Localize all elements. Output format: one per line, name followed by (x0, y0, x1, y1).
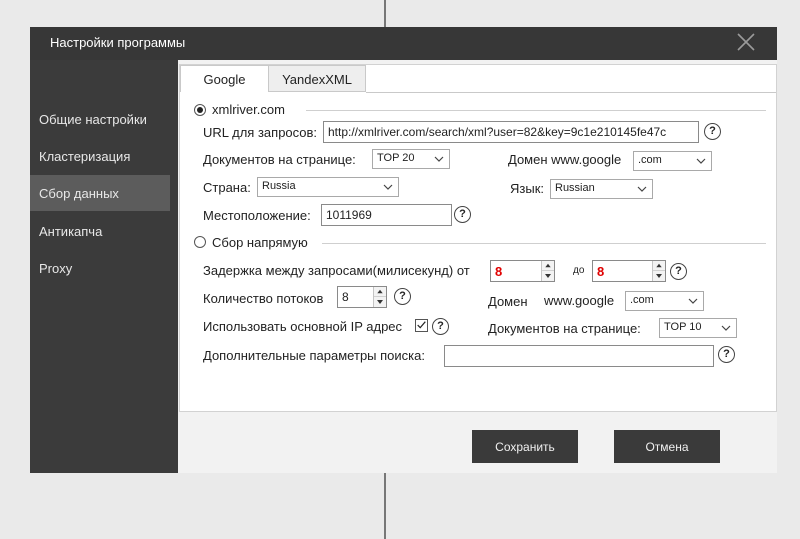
title-bar: Настройки программы (30, 27, 777, 60)
help-icon[interactable]: ? (432, 318, 449, 335)
url-label: URL для запросов: (203, 125, 318, 140)
stepper-up-icon[interactable] (542, 261, 554, 271)
tab-divider (366, 92, 776, 93)
select-value: Russian (555, 182, 595, 194)
help-icon[interactable]: ? (670, 263, 687, 280)
direct-domain-prefix: www.google (544, 293, 615, 308)
extra-params-label: Дополнительные параметры поиска: (203, 348, 425, 363)
url-field[interactable]: http://xmlriver.com/search/xml?user=82&k… (323, 121, 699, 143)
direct-radio-label: Сбор напрямую (212, 235, 308, 250)
background-divider-bottom (384, 473, 386, 539)
direct-domain-label: Домен (488, 294, 528, 309)
sidebar-item-proxy[interactable]: Proxy (30, 250, 170, 286)
chevron-down-icon (696, 158, 706, 164)
country-label: Страна: (203, 180, 251, 195)
sidebar-item-label: Общие настройки (39, 112, 147, 127)
radio-xmlriver[interactable] (194, 104, 206, 116)
select-value: TOP 20 (377, 152, 415, 164)
chevron-down-icon (721, 325, 731, 331)
main-ip-label: Использовать основной IP адрес (203, 319, 403, 334)
stepper-buttons (373, 287, 386, 307)
language-select[interactable]: Russian (550, 179, 653, 199)
help-icon[interactable]: ? (454, 206, 471, 223)
xmlriver-radio-label: xmlriver.com (212, 102, 285, 117)
tab-label: Google (203, 72, 246, 87)
sidebar-item-label: Кластеризация (39, 149, 131, 164)
sidebar-item-general[interactable]: Общие настройки (30, 101, 170, 137)
chevron-down-icon (434, 156, 444, 162)
stepper-up-icon[interactable] (374, 287, 386, 297)
threads-stepper[interactable]: 8 (337, 286, 387, 308)
radio-direct[interactable] (194, 236, 206, 248)
stepper-buttons (652, 261, 665, 281)
tab-label: YandexXML (282, 72, 352, 87)
location-field[interactable]: 1011969 (321, 204, 452, 226)
checkmark-icon (417, 321, 426, 329)
chevron-down-icon (383, 184, 393, 190)
sidebar-item-label: Сбор данных (39, 186, 119, 201)
docs-per-page-label: Документов на странице: (203, 152, 356, 167)
section-divider (306, 110, 766, 111)
language-label: Язык: (510, 181, 544, 196)
domain-select[interactable]: .com (633, 151, 712, 171)
select-value: .com (630, 294, 654, 306)
window-title: Настройки программы (50, 35, 186, 50)
docs-per-page-select[interactable]: TOP 20 (372, 149, 450, 169)
direct-docs-label: Документов на странице: (488, 321, 641, 336)
to-label: до (573, 265, 585, 276)
help-icon[interactable]: ? (394, 288, 411, 305)
stepper-value: 8 (495, 264, 503, 279)
delay-from-stepper[interactable]: 8 (490, 260, 555, 282)
direct-docs-select[interactable]: TOP 10 (659, 318, 737, 338)
sidebar-item-anticaptcha[interactable]: Антикапча (30, 213, 170, 249)
chevron-down-icon (688, 298, 698, 304)
help-icon[interactable]: ? (718, 346, 735, 363)
country-select[interactable]: Russia (257, 177, 399, 197)
cancel-button[interactable]: Отмена (614, 430, 720, 463)
close-icon[interactable] (735, 31, 757, 53)
stepper-down-icon[interactable] (653, 271, 665, 281)
background-divider-top (384, 0, 386, 27)
stepper-down-icon[interactable] (542, 271, 554, 281)
delay-label: Задержка между запросами(милисекунд) от (203, 263, 470, 278)
stepper-value: 8 (597, 264, 605, 279)
stepper-value: 8 (342, 290, 349, 304)
threads-label: Количество потоков (203, 291, 324, 306)
extra-params-field[interactable] (444, 345, 714, 367)
select-value: TOP 10 (664, 321, 702, 333)
location-label: Местоположение: (203, 208, 311, 223)
select-value: Russia (262, 180, 296, 192)
save-button[interactable]: Сохранить (472, 430, 578, 463)
sidebar: Общие настройки Кластеризация Сбор данны… (30, 60, 178, 473)
direct-domain-select[interactable]: .com (625, 291, 704, 311)
stepper-down-icon[interactable] (374, 297, 386, 307)
sidebar-item-clustering[interactable]: Кластеризация (30, 138, 170, 174)
tab-google[interactable]: Google (180, 65, 269, 92)
sidebar-item-label: Антикапча (39, 224, 103, 239)
sidebar-item-data-collection[interactable]: Сбор данных (30, 175, 170, 211)
tab-yandexxml[interactable]: YandexXML (268, 65, 366, 92)
select-value: .com (638, 154, 662, 166)
stepper-up-icon[interactable] (653, 261, 665, 271)
sidebar-item-label: Proxy (39, 261, 73, 276)
chevron-down-icon (637, 186, 647, 192)
delay-to-stepper[interactable]: 8 (592, 260, 666, 282)
main-ip-checkbox[interactable] (415, 319, 428, 332)
section-divider (322, 243, 766, 244)
domain-label: Домен www.google (508, 152, 622, 167)
stepper-buttons (541, 261, 554, 281)
content-panel: Google YandexXML xmlriver.com URL для за… (179, 64, 777, 412)
help-icon[interactable]: ? (704, 123, 721, 140)
settings-dialog: Настройки программы Общие настройки Клас… (30, 27, 777, 473)
